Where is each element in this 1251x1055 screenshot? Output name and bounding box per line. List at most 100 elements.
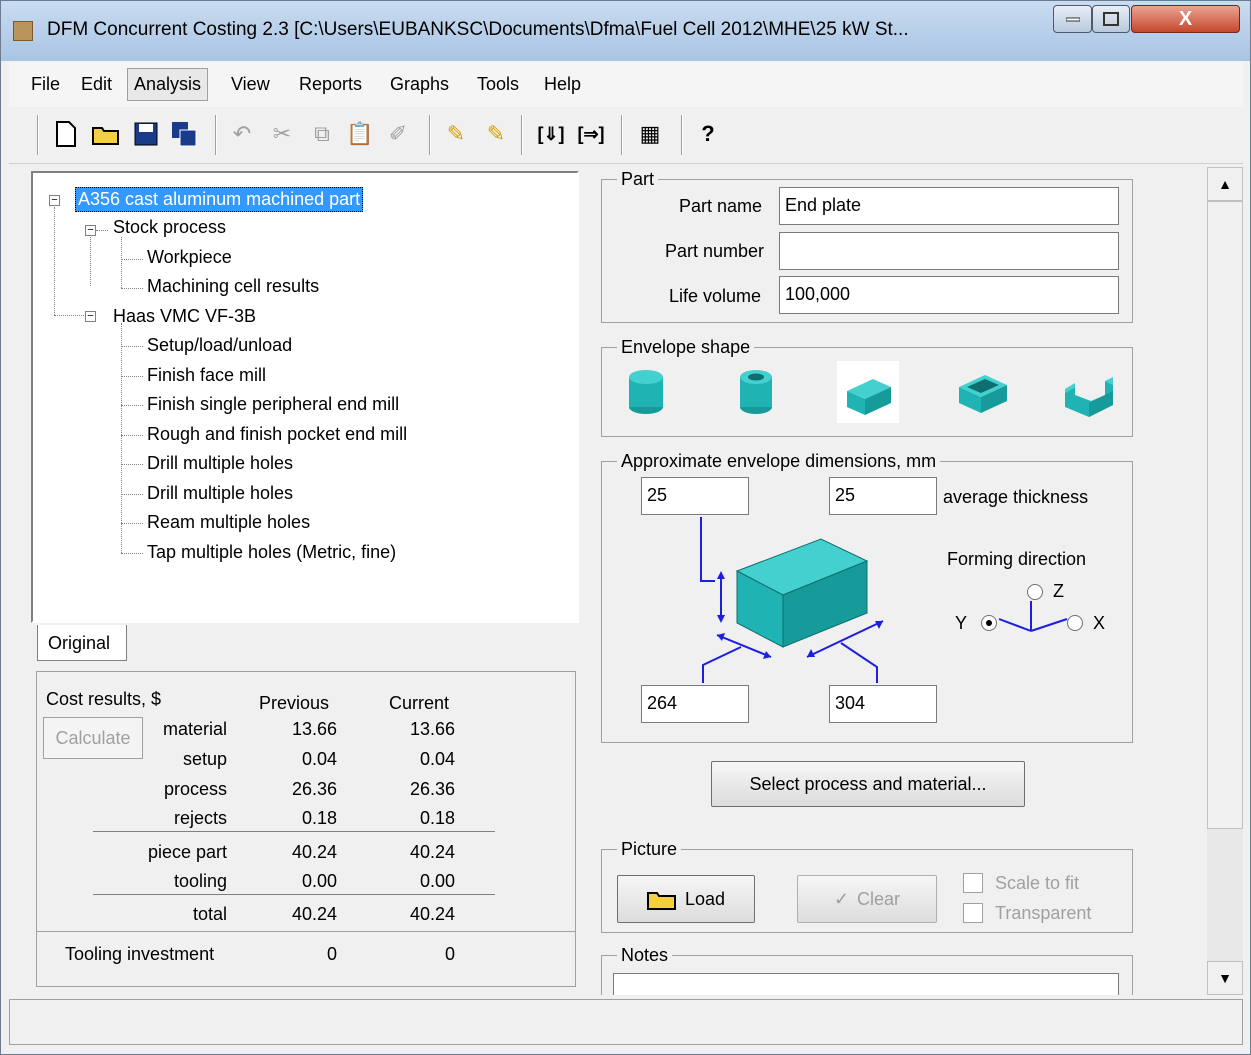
tree-operation[interactable]: Finish single peripheral end mill <box>147 394 399 415</box>
tree-line <box>121 553 143 555</box>
tab-original[interactable]: Original <box>37 625 127 661</box>
new-file-button[interactable] <box>51 119 81 149</box>
menu-reports[interactable]: Reports <box>299 74 362 95</box>
menu-graphs[interactable]: Graphs <box>390 74 449 95</box>
maximize-button[interactable] <box>1092 5 1130 33</box>
transparent-label: Transparent <box>995 903 1092 923</box>
status-bar <box>9 999 1243 1045</box>
cost-label: material <box>162 719 227 739</box>
envelope-shape-title: Envelope shape <box>617 337 755 358</box>
direction-z-radio[interactable] <box>1027 584 1043 600</box>
load-picture-button[interactable]: Load <box>617 875 755 923</box>
tree-operation[interactable]: Drill multiple holes <box>147 483 293 504</box>
cost-previous: 0.18 <box>301 808 337 828</box>
part-name-field[interactable]: End plate <box>779 187 1119 225</box>
copy-button[interactable]: ⧉ <box>307 119 337 149</box>
cost-previous: 0.00 <box>301 871 337 891</box>
tree-operation[interactable]: Tap multiple holes (Metric, fine) <box>147 542 396 563</box>
menu-file[interactable]: File <box>31 74 60 95</box>
close-button[interactable]: X <box>1131 5 1240 33</box>
move-down-button[interactable]: [⇓] <box>533 119 569 149</box>
menu-analysis[interactable]: Analysis <box>127 68 209 101</box>
select-process-material-button[interactable]: Select process and material... <box>711 761 1025 807</box>
process-tree[interactable]: − A356 cast aluminum machined part − Sto… <box>31 171 579 623</box>
dimension-field-top-right[interactable]: 25 <box>829 477 937 515</box>
toolbar-separator <box>681 115 683 155</box>
life-volume-field[interactable]: 100,000 <box>779 276 1119 314</box>
clear-label: Clear <box>857 888 901 909</box>
menu-edit[interactable]: Edit <box>81 74 112 95</box>
part-number-label: Part number <box>665 241 765 261</box>
highlight-all-button[interactable]: ✎ <box>481 119 511 149</box>
part-number-field[interactable] <box>779 232 1119 270</box>
shape-flat-box-button[interactable] <box>837 361 899 423</box>
tree-operation[interactable]: Rough and finish pocket end mill <box>147 424 407 445</box>
shape-channel-button[interactable] <box>1061 363 1117 421</box>
tree-operation[interactable]: Drill multiple holes <box>147 453 293 474</box>
minimize-button[interactable] <box>1053 5 1092 33</box>
cost-current: 26.36 <box>409 779 455 799</box>
flat-box-icon <box>847 379 891 415</box>
shape-hollow-box-button[interactable] <box>955 363 1011 421</box>
cost-results-title: Cost results, $ <box>46 689 162 709</box>
menu-view[interactable]: View <box>231 74 270 95</box>
shape-hollow-cylinder-button[interactable] <box>729 363 783 421</box>
forming-axes-icon <box>998 601 1068 632</box>
tree-operation[interactable]: Setup/load/unload <box>147 335 292 356</box>
tree-line <box>121 405 143 407</box>
clear-picture-button[interactable]: ✓ Clear <box>797 875 937 923</box>
tree-operation[interactable]: Finish face mill <box>147 365 266 386</box>
hollow-box-icon <box>959 375 1007 413</box>
collapse-icon[interactable]: − <box>85 225 96 236</box>
tree-line <box>121 523 143 525</box>
eraser-button[interactable]: ✐ <box>383 119 413 149</box>
dimension-field-top-left[interactable]: 25 <box>641 477 749 515</box>
tree-machine[interactable]: Haas VMC VF-3B <box>113 306 256 327</box>
cost-label: rejects <box>173 808 227 828</box>
scroll-thumb[interactable] <box>1207 201 1243 829</box>
help-button[interactable]: ? <box>693 119 723 149</box>
cost-current: 0.04 <box>419 749 455 769</box>
menu-help[interactable]: Help <box>544 74 581 95</box>
app-icon <box>13 21 33 41</box>
copy-icon: ⧉ <box>314 121 330 146</box>
scroll-down-button[interactable]: ▼ <box>1207 961 1243 995</box>
tree-line <box>121 376 143 378</box>
shape-solid-cylinder-button[interactable] <box>619 363 673 421</box>
save-button[interactable] <box>131 119 161 149</box>
tree-workpiece[interactable]: Workpiece <box>147 247 232 268</box>
save-as-button[interactable] <box>169 119 199 149</box>
tree-line <box>121 464 143 466</box>
col-previous-header: Previous <box>259 693 330 713</box>
clear-icon: ✓ <box>833 888 850 909</box>
highlight-button[interactable]: ✎ <box>441 119 471 149</box>
scale-to-fit-checkbox[interactable] <box>963 873 983 893</box>
calculator-button[interactable]: ▦ <box>635 119 665 149</box>
tree-stock-process[interactable]: Stock process <box>113 217 226 238</box>
undo-button[interactable]: ↶ <box>227 119 257 149</box>
tree-line <box>121 494 143 496</box>
tree-operation[interactable]: Ream multiple holes <box>147 512 310 533</box>
menu-tools[interactable]: Tools <box>477 74 519 95</box>
paste-button[interactable]: 📋 <box>345 119 375 149</box>
part-group-title: Part <box>617 169 659 190</box>
collapse-icon[interactable]: − <box>85 311 96 322</box>
notes-field[interactable] <box>613 973 1119 995</box>
hollow-cylinder-icon <box>740 370 772 414</box>
tree-line <box>96 230 108 232</box>
collapse-icon[interactable]: − <box>49 195 60 206</box>
transparent-checkbox[interactable] <box>963 903 983 923</box>
tree-machining-cell-results[interactable]: Machining cell results <box>147 276 319 297</box>
minimize-icon <box>1065 17 1080 22</box>
tree-root[interactable]: A356 cast aluminum machined part <box>75 187 364 212</box>
open-button[interactable] <box>91 119 121 149</box>
dimension-field-bottom-right[interactable]: 304 <box>829 685 937 723</box>
cost-current: 0.00 <box>419 871 455 891</box>
arrow-up-icon: ▲ <box>1218 176 1232 192</box>
move-right-button[interactable]: [⇒] <box>573 119 609 149</box>
dimension-field-bottom-left[interactable]: 264 <box>641 685 749 723</box>
vertical-scrollbar[interactable]: ▲ ▼ <box>1207 167 1243 995</box>
help-question-icon: ? <box>701 121 715 146</box>
scroll-up-button[interactable]: ▲ <box>1207 167 1243 201</box>
cut-button[interactable]: ✂ <box>267 119 297 149</box>
